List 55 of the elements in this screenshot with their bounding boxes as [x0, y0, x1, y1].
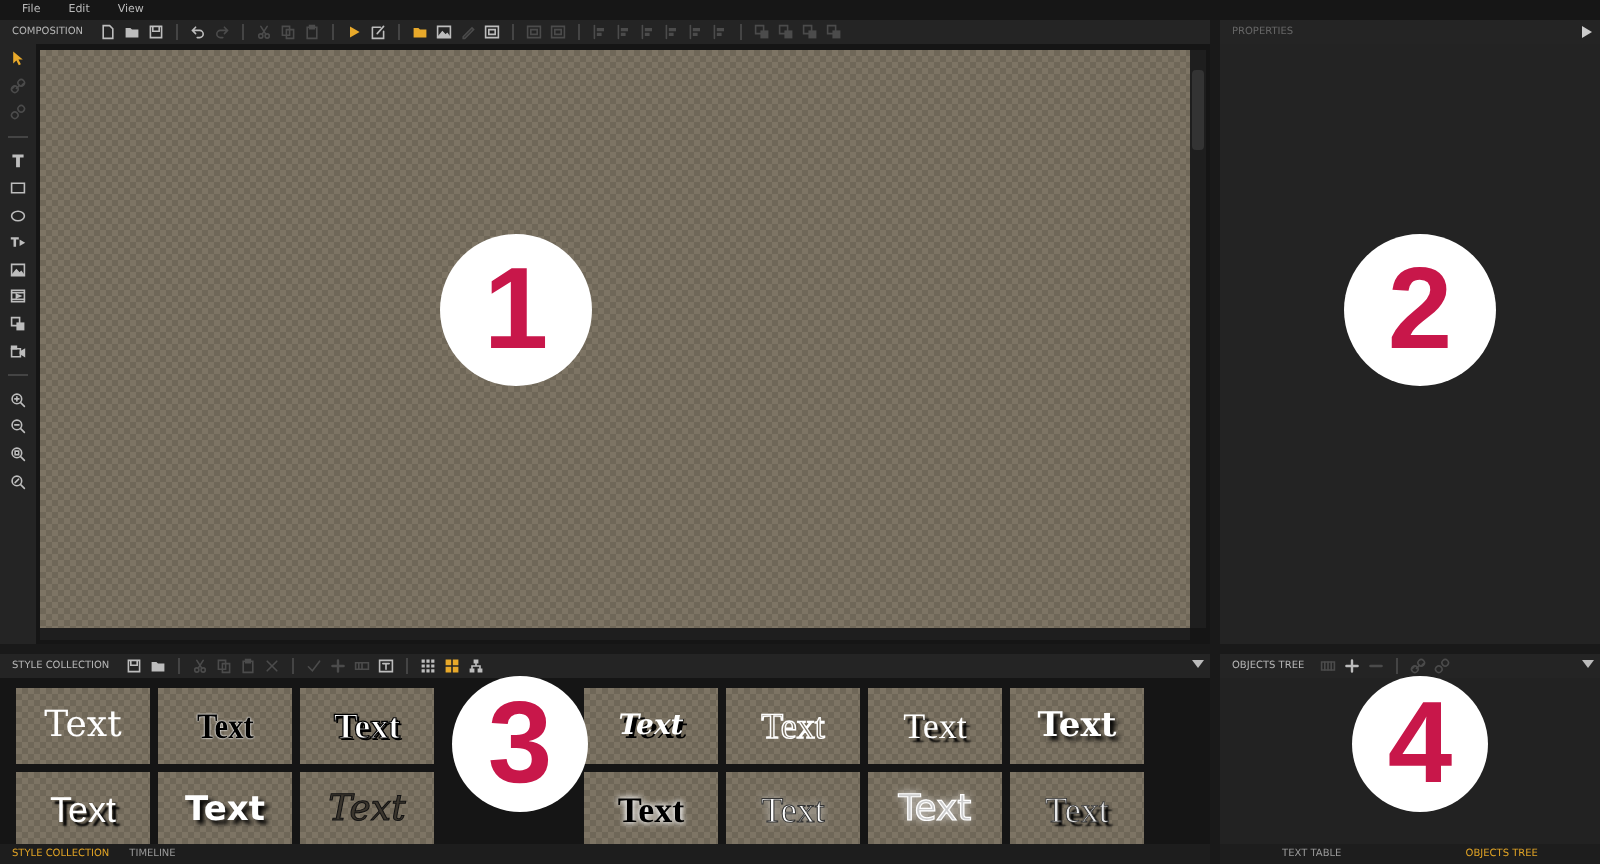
style-thumbnail[interactable]: Text — [16, 772, 150, 844]
folder-icon[interactable] — [123, 24, 140, 40]
dropdown-arrow-icon[interactable] — [1192, 660, 1204, 668]
folder-icon[interactable] — [411, 24, 428, 40]
undo-icon[interactable] — [189, 24, 206, 40]
image-icon[interactable] — [435, 24, 452, 40]
small-grid-icon[interactable] — [419, 658, 436, 674]
style-preview-text: Text — [1037, 709, 1117, 743]
file-icon[interactable] — [99, 24, 116, 40]
style-thumbnail[interactable]: Text — [1010, 688, 1144, 764]
zoom-in-icon[interactable] — [10, 391, 26, 408]
style-thumbnail[interactable]: Text — [300, 688, 434, 764]
style-preview-text: Text — [617, 792, 685, 828]
style-preview-text: Text — [328, 792, 406, 828]
text-arrow-icon[interactable] — [10, 234, 26, 251]
ellipse-icon[interactable] — [10, 207, 26, 224]
style-preview-text: Text — [903, 708, 967, 744]
text-box-icon[interactable] — [377, 658, 394, 674]
style-thumbnail[interactable]: Text — [158, 688, 292, 764]
vertical-scrollbar[interactable] — [1190, 50, 1206, 628]
film-icon[interactable] — [10, 288, 26, 305]
style-preview-text: Text — [1045, 792, 1109, 828]
expand-arrow-icon[interactable] — [1582, 26, 1592, 38]
style-thumbnail[interactable]: Text — [584, 688, 718, 764]
zoom-reset-icon[interactable] — [10, 473, 26, 489]
play-icon[interactable] — [345, 24, 362, 40]
style-thumbnail[interactable]: Text — [584, 772, 718, 844]
style-thumbnail[interactable]: Text — [158, 772, 292, 844]
style-preview-text: Text — [333, 708, 401, 744]
layers-icon[interactable] — [10, 315, 26, 332]
tree-icon[interactable] — [467, 658, 484, 674]
style-preview-text: Text — [196, 708, 254, 744]
rectangle-icon[interactable] — [10, 179, 26, 196]
image-icon[interactable] — [10, 261, 26, 278]
style-thumbnail[interactable]: Text — [16, 688, 150, 764]
zoom-fit-icon[interactable] — [10, 445, 26, 462]
style-preview-text: Text — [898, 792, 972, 828]
plus-icon[interactable] — [1344, 658, 1361, 674]
dropdown-arrow-icon[interactable] — [1582, 660, 1594, 668]
horizontal-scrollbar[interactable] — [40, 628, 1190, 640]
style-preview-text: Text — [49, 792, 116, 828]
folder-icon[interactable] — [149, 658, 166, 674]
style-thumbnail[interactable]: Text — [868, 688, 1002, 764]
frame-icon[interactable] — [483, 24, 500, 40]
camera-icon[interactable] — [10, 343, 26, 360]
style-thumbnail[interactable]: Text — [868, 772, 1002, 844]
text-tool-icon[interactable] — [10, 152, 26, 169]
style-preview-text: Text — [44, 708, 122, 744]
style-preview-text: Text — [185, 793, 265, 827]
zoom-out-icon[interactable] — [10, 418, 26, 435]
edit-icon[interactable] — [369, 24, 386, 40]
large-grid-icon[interactable] — [443, 658, 460, 674]
style-preview-text: Text — [761, 792, 825, 828]
style-preview-text: Text — [618, 712, 684, 740]
cursor-icon[interactable] — [10, 50, 26, 66]
